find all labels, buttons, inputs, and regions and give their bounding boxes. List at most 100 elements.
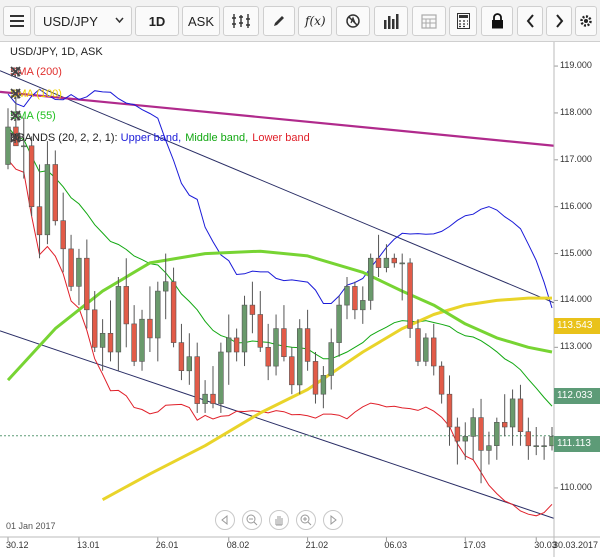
candle-body <box>52 164 59 222</box>
candle-body <box>115 286 122 353</box>
bb-upper-price-label: 112.033 <box>554 388 600 404</box>
candle-body <box>257 314 263 348</box>
candle-body <box>462 436 468 442</box>
legend-bbands[interactable]: BBANDS (20, 2, 2, 1): Upper band, Middle… <box>10 132 320 144</box>
candle-body <box>541 445 547 448</box>
y-tick-label: 116.000 <box>560 200 592 211</box>
bbands-prefix: BBANDS (20, 2, 2, 1): <box>10 132 121 144</box>
candle-body <box>186 356 192 372</box>
y-tick-label: 113.000 <box>560 341 592 352</box>
menu-button[interactable] <box>3 6 31 36</box>
candle-body <box>407 262 413 329</box>
no-drawing-icon <box>345 13 361 29</box>
candle-body <box>210 393 216 404</box>
drawing-tools-button[interactable] <box>263 6 295 36</box>
candle-body <box>28 145 35 208</box>
candle-body <box>470 417 476 437</box>
y-tick-label: 110.000 <box>560 481 592 492</box>
candle-body <box>265 346 271 367</box>
candle-body <box>163 281 169 292</box>
candle-body <box>344 286 350 306</box>
zoom-out-button[interactable] <box>242 510 262 530</box>
candle-body <box>194 356 200 404</box>
price-type-selector[interactable]: ASK <box>182 6 220 36</box>
x-tick-label: 17.03 <box>463 540 486 550</box>
candle-body <box>178 342 185 372</box>
y-tick-label: 117.000 <box>560 153 592 164</box>
candle-body <box>454 426 461 442</box>
plot-background <box>0 42 554 537</box>
volume-button[interactable] <box>374 6 408 36</box>
price-chart[interactable] <box>0 42 600 557</box>
candle-body <box>155 290 161 339</box>
zoom-in-button[interactable] <box>296 510 316 530</box>
candle-body <box>352 286 358 311</box>
bbands-lower-label: Lower band <box>252 132 310 144</box>
scroll-left-button[interactable] <box>517 6 543 36</box>
symbol-label: USD/JPY <box>43 13 98 29</box>
candle-body <box>139 318 145 362</box>
legend-sma200[interactable]: SMA (200) <box>10 66 72 78</box>
candle-body <box>21 145 27 148</box>
legend-sma55[interactable]: SMA (55) <box>10 110 66 122</box>
candle-body <box>273 328 279 367</box>
candle-body <box>509 398 516 428</box>
candle-body <box>281 328 287 358</box>
scroll-forward-button[interactable] <box>323 510 343 530</box>
candle-body <box>241 304 248 353</box>
x-tick-label: 30.03.2017 <box>553 540 599 550</box>
candle-body <box>415 328 421 362</box>
timeframe-selector[interactable]: 1D <box>135 6 179 36</box>
candle-body <box>92 309 98 348</box>
chevron-right-icon <box>555 14 564 28</box>
bbands-upper-label: Upper band, <box>120 132 182 144</box>
candle-body <box>446 393 453 428</box>
bbands-middle-label: Middle band, <box>185 132 249 144</box>
candle-body <box>430 337 437 367</box>
chart-type-button[interactable] <box>223 6 259 36</box>
candle-body <box>304 328 311 362</box>
lock-button[interactable] <box>481 6 513 36</box>
x-tick-label: 21.02 <box>305 540 329 550</box>
candle-body <box>147 318 153 339</box>
calendar-icon <box>421 13 437 29</box>
calendar-button[interactable] <box>412 6 446 36</box>
scroll-right-button[interactable] <box>546 6 572 36</box>
timeframe-label: 1D <box>148 13 166 29</box>
y-tick-label: 114.000 <box>560 294 592 305</box>
chart-area[interactable]: 119.000 118.000 117.000 116.000 115.000 114.0… <box>0 42 600 557</box>
sma100-price-label: 113.543 <box>554 318 600 334</box>
candle-body <box>375 257 382 268</box>
indicators-button[interactable]: f(x) <box>298 6 332 36</box>
candle-body <box>60 220 66 250</box>
chevron-left-icon <box>526 14 535 28</box>
y-tick-label: 118.000 <box>560 106 592 117</box>
candle-body <box>289 356 295 386</box>
candle-body <box>328 342 334 376</box>
x-tick-label: 13.01 <box>76 540 100 550</box>
hide-drawings-button[interactable] <box>336 6 370 36</box>
scroll-back-button[interactable] <box>215 510 235 530</box>
calculator-button[interactable] <box>449 6 477 36</box>
candle-body <box>218 351 224 404</box>
candle-body <box>131 323 137 362</box>
price-type-label: ASK <box>187 13 214 29</box>
candle-body <box>76 257 82 287</box>
candle-body <box>399 262 405 265</box>
y-tick-label: 119.000 <box>560 60 592 71</box>
calculator-icon <box>456 13 470 29</box>
candle-body <box>486 445 492 451</box>
candle-body <box>170 281 177 343</box>
x-tick-label: 26.01 <box>155 540 179 550</box>
settings-button[interactable] <box>575 6 597 36</box>
candle-body <box>494 421 500 446</box>
reset-zoom-button[interactable] <box>269 510 289 530</box>
x-tick-label: 06.03 <box>384 540 407 550</box>
symbol-selector[interactable]: USD/JPY <box>34 6 132 36</box>
candle-body <box>249 304 256 315</box>
candle-body <box>391 257 397 264</box>
candlestick-icon <box>231 13 251 29</box>
candle-body <box>99 332 106 348</box>
legend-sma100[interactable]: SMA (100) <box>10 88 72 100</box>
candle-body <box>123 286 130 325</box>
